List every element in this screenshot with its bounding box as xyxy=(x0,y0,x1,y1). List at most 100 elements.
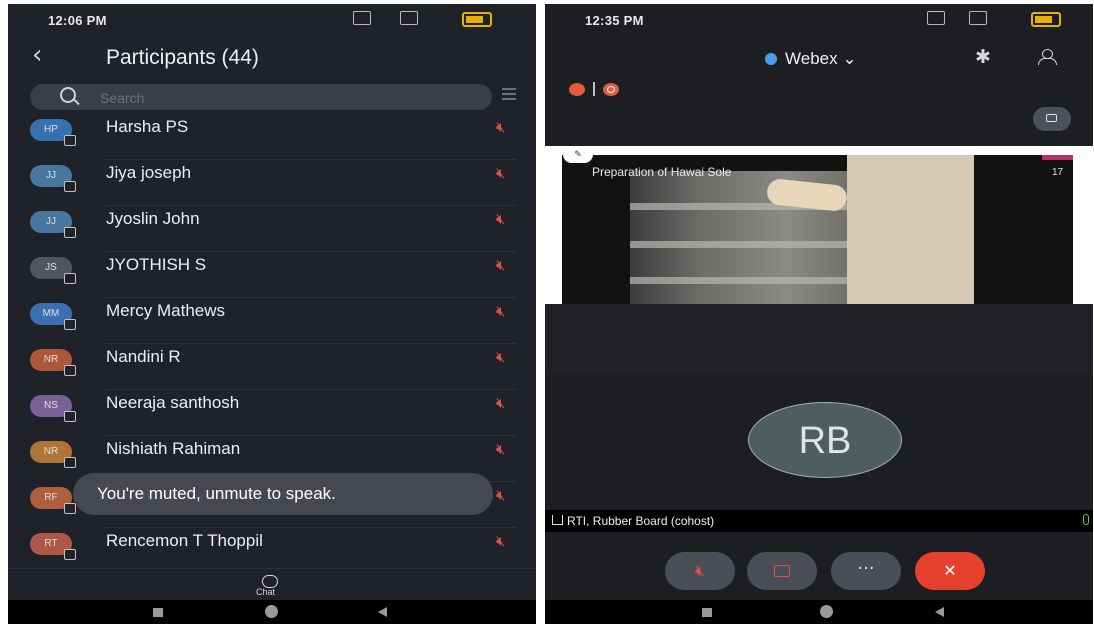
annotate-icon[interactable]: ✎ xyxy=(563,146,593,163)
mic-muted-icon: 🔇︎ xyxy=(496,348,506,366)
mic-muted-icon: 🔇︎ xyxy=(496,486,506,504)
active-speaker-bar: RTI, Rubber Board (cohost) xyxy=(545,510,1093,532)
participant-row[interactable]: JJ Jyoslin John 🔇︎ xyxy=(8,206,536,252)
back-nav-icon[interactable] xyxy=(935,607,944,617)
participant-row[interactable]: MM Mercy Mathews 🔇︎ xyxy=(8,298,536,344)
status-bar: 12:06 PM xyxy=(8,4,536,36)
recording-indicator-icon xyxy=(569,83,585,96)
status-time: 12:35 PM xyxy=(585,13,644,28)
search-icon xyxy=(60,87,76,103)
participant-row[interactable]: HP Harsha PS 🔇︎ xyxy=(8,114,536,160)
android-nav-bar xyxy=(545,600,1093,624)
participant-name: Rencemon T Thoppil xyxy=(106,531,263,550)
webex-menu[interactable]: Webex ⌄ xyxy=(765,49,857,69)
avatar: JJ xyxy=(30,165,76,192)
participant-name: Mercy Mathews xyxy=(106,301,226,320)
device-icon xyxy=(64,273,76,284)
bluetooth-icon[interactable]: ✱ xyxy=(975,46,991,69)
leave-button[interactable]: ✕ xyxy=(915,552,985,590)
active-speaker-label: RTI, Rubber Board (cohost) xyxy=(567,514,715,528)
device-icon xyxy=(64,319,76,330)
muted-toast: You're muted, unmute to speak. xyxy=(73,473,493,515)
device-icon xyxy=(64,411,76,422)
search-bar[interactable] xyxy=(30,84,492,110)
recents-icon[interactable] xyxy=(153,608,163,617)
device-icon xyxy=(64,549,76,560)
back-button[interactable]: ‹ xyxy=(32,40,42,70)
search-input[interactable] xyxy=(98,87,482,109)
device-icon xyxy=(64,227,76,238)
device-icon xyxy=(64,365,76,376)
signal-icon xyxy=(400,11,418,25)
participant-name: Nishiath Rahiman xyxy=(106,439,241,458)
device-icon xyxy=(64,503,76,514)
stage-band xyxy=(545,304,1093,374)
status-bar: 12:35 PM xyxy=(545,4,1093,36)
video-person xyxy=(847,155,974,304)
avatar: JJ xyxy=(30,211,76,238)
android-nav-bar xyxy=(8,600,536,624)
participant-name: Harsha PS xyxy=(106,117,189,136)
mic-level-icon xyxy=(1083,514,1089,525)
battery-icon xyxy=(462,12,492,27)
chat-tab-label[interactable]: Chat xyxy=(256,587,275,597)
slide-accent-bar xyxy=(1042,155,1073,160)
mic-muted-icon: 🔇︎ xyxy=(496,164,506,182)
mic-muted-icon: 🔇︎ xyxy=(496,210,506,228)
home-icon[interactable] xyxy=(265,605,278,618)
mic-muted-icon: 🔇︎ xyxy=(496,118,506,136)
shared-content: Preparation of Hawai Sole 17 ✎ xyxy=(545,146,1093,304)
sim-icon xyxy=(353,11,371,25)
signal-icon xyxy=(969,11,987,25)
avatar: JS xyxy=(30,257,76,284)
participant-name: Nandini R xyxy=(106,347,181,366)
video-off-icon xyxy=(774,565,790,577)
mute-button[interactable]: 🔇︎ xyxy=(665,552,735,590)
webex-logo-icon xyxy=(765,53,777,65)
video-button[interactable] xyxy=(747,552,817,590)
avatar: NR xyxy=(30,349,76,376)
sim-icon xyxy=(927,11,945,25)
lock-indicator-icon xyxy=(603,83,619,96)
webex-title: Webex xyxy=(785,49,838,68)
mic-muted-icon: 🔇︎ xyxy=(496,256,506,274)
sort-icon[interactable] xyxy=(502,88,516,104)
shared-video: Preparation of Hawai Sole 17 xyxy=(562,155,1073,304)
participant-row[interactable]: NS Neeraja santhosh 🔇︎ xyxy=(8,390,536,436)
chevron-down-icon: ⌄ xyxy=(842,49,857,68)
avatar: NR xyxy=(30,441,76,468)
meeting-controls: 🔇︎ ··· ✕ xyxy=(545,552,1093,594)
video-caption: Preparation of Hawai Sole xyxy=(592,165,732,179)
recents-icon[interactable] xyxy=(702,608,712,617)
meeting-screen: 12:35 PM Webex ⌄ ✱ Preparation of Hawai … xyxy=(545,4,1093,624)
mic-off-icon: 🔇︎ xyxy=(694,561,706,580)
layout-button[interactable] xyxy=(1033,107,1071,131)
device-icon xyxy=(64,135,76,146)
participant-row[interactable]: NR Nandini R 🔇︎ xyxy=(8,344,536,390)
status-time: 12:06 PM xyxy=(48,13,107,28)
participants-icon[interactable] xyxy=(1038,49,1057,65)
slide-number: 17 xyxy=(1052,167,1064,178)
layout-icon xyxy=(1046,114,1057,122)
avatar: NS xyxy=(30,395,76,422)
mic-muted-icon: 🔇︎ xyxy=(496,394,506,412)
participant-row[interactable]: JJ Jiya joseph 🔇︎ xyxy=(8,160,536,206)
avatar: MM xyxy=(30,303,76,330)
participants-screen: 12:06 PM ‹ Participants (44) HP Harsha PS… xyxy=(8,4,536,624)
share-icon xyxy=(552,515,563,525)
participant-name: Jyoslin John xyxy=(106,209,200,228)
avatar: RT xyxy=(30,533,76,560)
bottom-tab-bar: Chat xyxy=(8,568,536,601)
battery-icon xyxy=(1031,12,1061,27)
participant-name: Neeraja santhosh xyxy=(106,393,240,412)
more-button[interactable]: ··· xyxy=(831,552,901,590)
avatar: HP xyxy=(30,119,76,146)
back-nav-icon[interactable] xyxy=(378,607,387,617)
home-icon[interactable] xyxy=(820,605,833,618)
device-icon xyxy=(64,457,76,468)
participant-name: Jiya joseph xyxy=(106,163,192,182)
page-title: Participants (44) xyxy=(106,46,259,69)
indicator-divider xyxy=(593,82,595,96)
avatar: RF xyxy=(30,487,76,514)
participant-row[interactable]: JS JYOTHISH S 🔇︎ xyxy=(8,252,536,298)
